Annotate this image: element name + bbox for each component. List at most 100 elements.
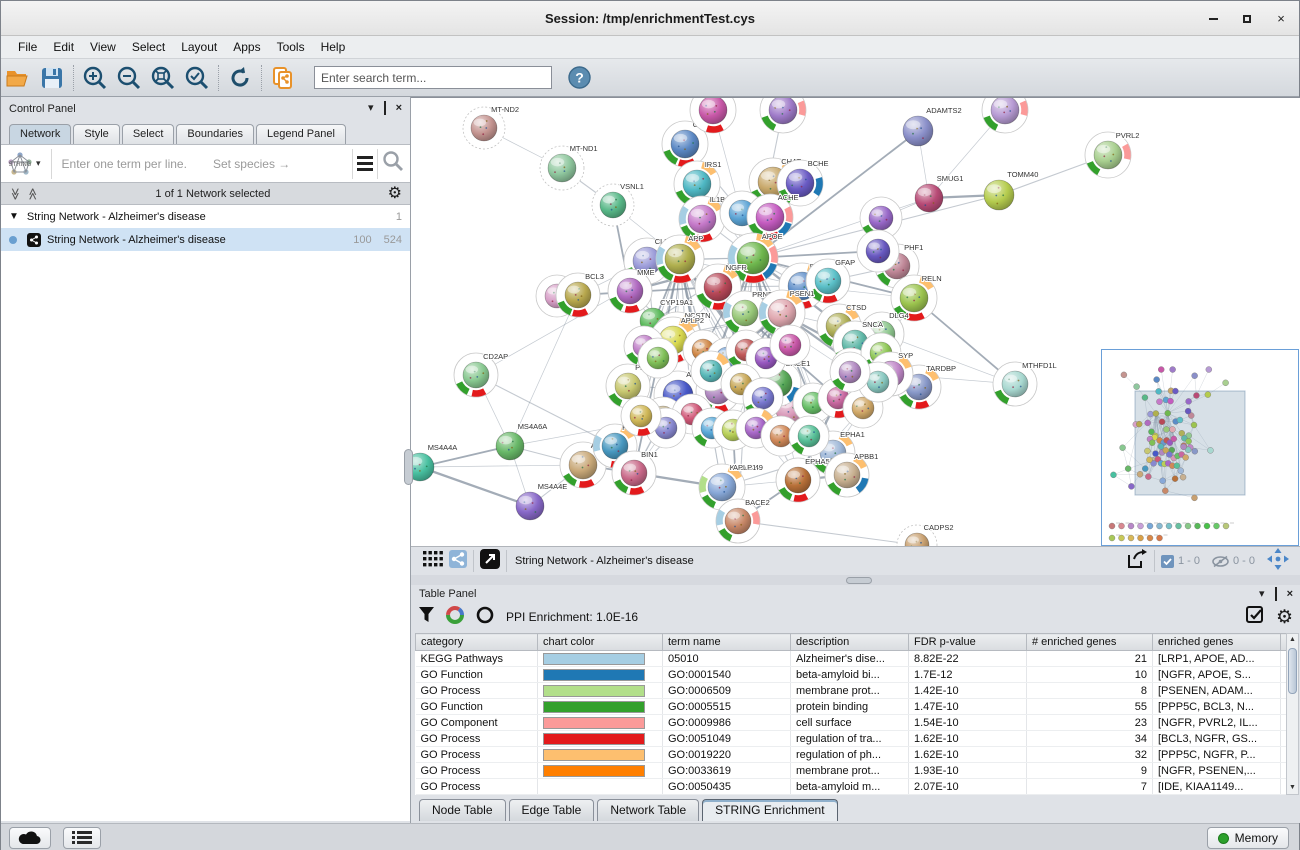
column-header-enriched-genes[interactable]: enriched genes <box>1153 634 1281 651</box>
enrichment-table[interactable]: categorychart colorterm namedescriptionF… <box>415 633 1287 795</box>
filter-enrichment-icon[interactable] <box>419 607 434 627</box>
protein-node-cd2ap[interactable]: CD2AP <box>454 352 508 397</box>
protein-node-pvrl2[interactable]: PVRL2 <box>1085 131 1139 178</box>
birds-eye-view[interactable] <box>1101 349 1299 546</box>
title-bar[interactable]: Session: /tmp/enrichmentTest.cys × <box>1 1 1299 36</box>
column-header-category[interactable]: category <box>416 634 538 651</box>
string-protein-query-icon[interactable]: STRING ▾ <box>7 151 47 177</box>
save-session-icon[interactable] <box>35 63 69 93</box>
tab-node-table[interactable]: Node Table <box>419 799 506 821</box>
column-header--enriched-genes[interactable]: # enriched genes <box>1027 634 1153 651</box>
panel-menu-icon[interactable]: ▾ <box>368 103 374 114</box>
export-network-icon[interactable] <box>1126 549 1148 574</box>
menu-tools[interactable]: Tools <box>270 38 312 56</box>
protein-node-adamts2[interactable]: ADAMTS2 <box>903 106 962 146</box>
protein-node[interactable] <box>857 230 899 272</box>
protein-node[interactable] <box>982 98 1028 133</box>
maximize-button[interactable] <box>1239 11 1255 27</box>
protein-node[interactable] <box>789 416 829 456</box>
protein-node-epha5[interactable]: EPHA5 <box>776 457 830 502</box>
open-session-icon[interactable] <box>1 63 35 93</box>
zoom-selected-icon[interactable] <box>180 63 214 93</box>
scroll-down-icon[interactable]: ▼ <box>1287 782 1298 794</box>
enrichment-row[interactable]: GO ProcessGO:0051049regulation of tra...… <box>416 731 1287 747</box>
close-button[interactable]: × <box>1273 11 1289 27</box>
enrichment-row[interactable]: GO ProcessGO:0019220regulation of ph...1… <box>416 747 1287 763</box>
network-tree-row[interactable]: String Network - Alzheimer's disease1005… <box>1 228 410 251</box>
menu-file[interactable]: File <box>11 38 44 56</box>
menu-apps[interactable]: Apps <box>226 38 267 56</box>
enrichment-row[interactable]: GO ProcessGO:0050435beta-amyloid m...2.0… <box>416 779 1287 795</box>
enrichment-row[interactable]: KEGG Pathways05010Alzheimer's dise...8.8… <box>416 651 1287 667</box>
scroll-thumb[interactable] <box>1288 648 1297 694</box>
network-tree-row[interactable]: ▼String Network - Alzheimer's disease1 <box>1 205 410 228</box>
protein-node[interactable] <box>621 396 661 436</box>
splitter-grip[interactable] <box>846 577 872 584</box>
table-close-icon[interactable]: × <box>1287 589 1293 600</box>
protein-node-bin1[interactable]: BIN1 <box>612 450 658 495</box>
search-input[interactable] <box>314 66 552 89</box>
memory-button[interactable]: Memory <box>1207 827 1289 849</box>
select-rows-icon[interactable] <box>1246 606 1264 629</box>
column-header-term-name[interactable]: term name <box>663 634 791 651</box>
protein-node-mme[interactable]: MME <box>608 268 655 313</box>
menu-edit[interactable]: Edit <box>46 38 81 56</box>
task-history-button[interactable] <box>63 827 101 849</box>
tab-style[interactable]: Style <box>73 124 119 144</box>
protein-node-bcl3[interactable]: BCL3 <box>556 272 604 317</box>
tree-expand-icon[interactable]: ▼ <box>9 211 19 222</box>
protein-node-ms4a4a[interactable]: MS4A4A <box>411 443 457 481</box>
protein-node-mthfd1l[interactable]: MTHFD1L <box>993 361 1057 406</box>
protein-node-apbb1[interactable]: APBB1 <box>825 452 878 497</box>
minimize-button[interactable] <box>1205 11 1221 27</box>
zoom-fit-icon[interactable] <box>146 63 180 93</box>
grid-view-icon[interactable] <box>423 551 443 572</box>
column-header-fdr-p-value[interactable]: FDR p-value <box>909 634 1027 651</box>
help-icon[interactable]: ? <box>562 63 596 93</box>
protein-node-ms4a6a[interactable]: MS4A6A <box>496 422 547 460</box>
network-options-gear-icon[interactable]: ⚙ <box>388 186 402 202</box>
protein-node-vsnl1[interactable]: VSNL1 <box>592 182 644 226</box>
string-query-input[interactable]: Enter one term per line. Set species → <box>56 157 348 171</box>
table-settings-gear-icon[interactable]: ⚙ <box>1276 608 1293 627</box>
collapse-all-icon[interactable]: ≫ <box>8 187 22 200</box>
string-options-icon[interactable] <box>357 156 373 171</box>
protein-node[interactable] <box>770 325 810 365</box>
string-search-icon[interactable] <box>382 150 404 177</box>
scroll-up-icon[interactable]: ▲ <box>1287 634 1298 646</box>
expand-all-icon[interactable]: ≫ <box>25 187 39 200</box>
table-float-icon[interactable] <box>1275 589 1277 600</box>
clear-chart-icon[interactable] <box>476 606 494 629</box>
protein-node-bace2[interactable]: BACE2 <box>716 498 770 543</box>
protein-node[interactable] <box>830 352 870 392</box>
column-header-description[interactable]: description <box>791 634 909 651</box>
float-panel-icon[interactable] <box>384 103 386 114</box>
tab-network[interactable]: Network <box>9 124 71 144</box>
panel-splitter-handle[interactable] <box>404 449 413 485</box>
protein-node-mt-nd1[interactable]: MT-ND1 <box>540 144 598 190</box>
enrichment-row[interactable]: GO ComponentGO:0009986cell surface1.54E-… <box>416 715 1287 731</box>
close-panel-icon[interactable]: × <box>396 103 402 114</box>
cloud-tasks-button[interactable] <box>9 827 51 849</box>
menu-view[interactable]: View <box>83 38 123 56</box>
set-species-hint[interactable]: Set species → <box>213 157 290 171</box>
zoom-in-icon[interactable] <box>78 63 112 93</box>
navigate-icon[interactable] <box>1267 548 1289 575</box>
tab-legend-panel[interactable]: Legend Panel <box>256 124 346 144</box>
enrichment-row[interactable]: GO ProcessGO:0033619membrane prot...1.93… <box>416 763 1287 779</box>
enrichment-row[interactable]: GO FunctionGO:0001540beta-amyloid bi...1… <box>416 667 1287 683</box>
tab-boundaries[interactable]: Boundaries <box>176 124 254 144</box>
chart-color-icon[interactable] <box>446 606 464 629</box>
clone-network-icon[interactable] <box>266 63 300 93</box>
protein-node[interactable] <box>638 338 678 378</box>
protein-node-mt-nd2[interactable]: MT-ND2 <box>463 105 519 149</box>
network-canvas[interactable]: MT-ND2MT-ND1VSNL1GAB2ADAMTS2PVRL2SMUG1TO… <box>411 97 1300 546</box>
network-share-icon[interactable] <box>449 550 467 573</box>
tab-string-enrichment[interactable]: STRING Enrichment <box>702 799 837 821</box>
menu-layout[interactable]: Layout <box>174 38 224 56</box>
enrichment-row[interactable]: GO ProcessGO:0006509membrane prot...1.42… <box>416 683 1287 699</box>
detach-view-icon[interactable] <box>480 549 500 574</box>
menu-help[interactable]: Help <box>314 38 353 56</box>
tab-select[interactable]: Select <box>122 124 175 144</box>
protein-node-tomm40[interactable]: TOMM40 <box>984 170 1038 210</box>
